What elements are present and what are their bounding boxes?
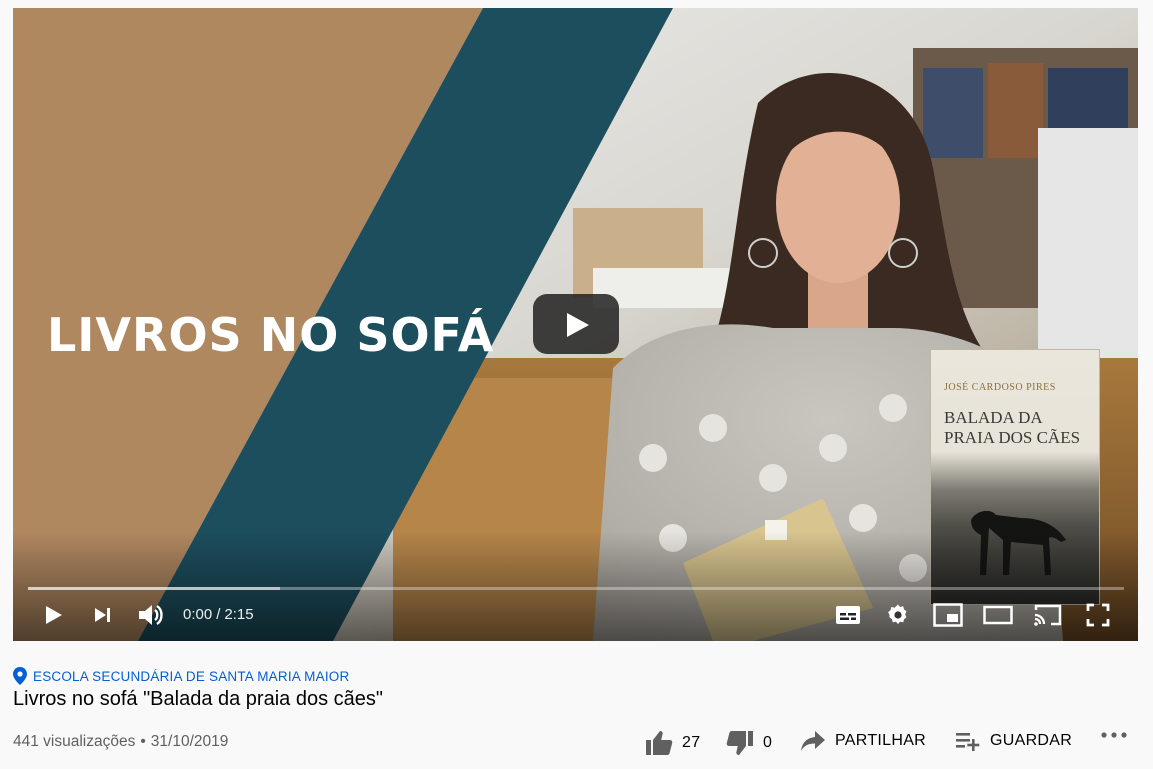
dog-silhouette bbox=[971, 510, 1066, 575]
video-meta: ESCOLA SECUNDÁRIA DE SANTA MARIA MAIOR L… bbox=[13, 666, 1138, 750]
upload-date: 31/10/2019 bbox=[150, 733, 229, 750]
dislike-count: 0 bbox=[763, 734, 773, 751]
current-time: 0:00 bbox=[183, 606, 213, 623]
thumbnail-title: LIVROS NO SOFÁ bbox=[47, 308, 495, 362]
dislike-button[interactable]: 0 bbox=[726, 730, 772, 756]
playlist-add-icon bbox=[956, 733, 980, 751]
location-label: ESCOLA SECUNDÁRIA DE SANTA MARIA MAIOR bbox=[33, 668, 350, 684]
views-and-date: 441 visualizações • 31/10/2019 bbox=[13, 733, 228, 751]
location-link[interactable]: ESCOLA SECUNDÁRIA DE SANTA MARIA MAIOR bbox=[13, 666, 1138, 686]
subtitles-button[interactable] bbox=[830, 600, 866, 630]
video-title: Livros no sofá "Balada da praia dos cães… bbox=[13, 688, 383, 710]
subtitles-icon bbox=[836, 606, 860, 624]
more-horizontal-icon bbox=[1101, 732, 1127, 738]
view-count: 441 visualizações bbox=[13, 733, 136, 750]
progress-bar[interactable] bbox=[28, 587, 1124, 590]
progress-loaded bbox=[28, 587, 281, 590]
thumbs-up-icon bbox=[646, 731, 673, 755]
like-button[interactable]: 27 bbox=[645, 730, 700, 756]
save-button[interactable]: GUARDAR bbox=[955, 730, 1072, 752]
save-label: GUARDAR bbox=[990, 732, 1073, 749]
location-pin-icon bbox=[13, 667, 27, 685]
share-button[interactable]: PARTILHAR bbox=[800, 730, 926, 752]
more-actions-button[interactable] bbox=[1100, 730, 1128, 740]
volume-icon bbox=[139, 605, 163, 625]
book-cover: JOSÉ CARDOSO PIRES BALADA DA PRAIA DOS C… bbox=[930, 349, 1100, 605]
gear-icon bbox=[888, 604, 907, 625]
next-icon bbox=[95, 608, 110, 622]
thumbs-down-icon bbox=[726, 731, 753, 755]
time-separator: / bbox=[216, 606, 221, 623]
settings-button[interactable] bbox=[880, 600, 916, 630]
next-button[interactable] bbox=[85, 600, 121, 630]
bullet-separator: • bbox=[140, 733, 146, 750]
cast-button[interactable] bbox=[1030, 600, 1066, 630]
cast-icon bbox=[1034, 604, 1062, 626]
book-title: BALADA DA PRAIA DOS CÃES bbox=[944, 408, 1081, 447]
volume-button[interactable] bbox=[133, 600, 169, 630]
theater-icon bbox=[983, 605, 1013, 625]
video-player[interactable]: LIVROS NO SOFÁ JOSÉ CARDOSO PIRES BALADA… bbox=[13, 8, 1138, 641]
play-button[interactable] bbox=[35, 600, 71, 630]
fullscreen-button[interactable] bbox=[1080, 600, 1116, 630]
time-display: 0:00/2:15 bbox=[183, 606, 254, 623]
miniplayer-icon bbox=[933, 603, 963, 627]
large-play-button[interactable] bbox=[533, 294, 619, 354]
share-arrow-icon bbox=[801, 731, 825, 751]
play-icon bbox=[46, 606, 62, 624]
share-label: PARTILHAR bbox=[835, 732, 927, 749]
fullscreen-icon bbox=[1086, 603, 1110, 627]
miniplayer-button[interactable] bbox=[930, 600, 966, 630]
duration: 2:15 bbox=[224, 606, 254, 623]
book-author: JOSÉ CARDOSO PIRES bbox=[944, 382, 1056, 393]
like-count: 27 bbox=[682, 734, 701, 751]
theater-mode-button[interactable] bbox=[980, 600, 1016, 630]
